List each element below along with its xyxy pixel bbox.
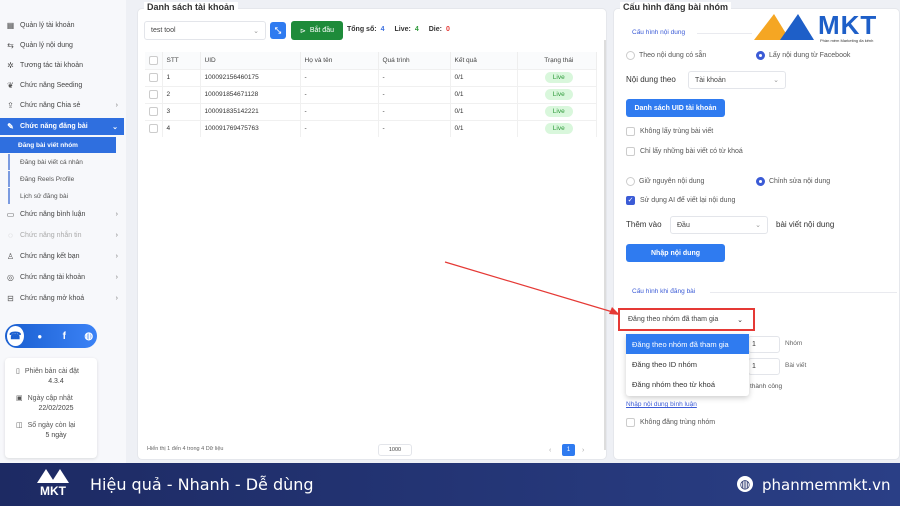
globe-icon: ◍ — [737, 476, 753, 492]
logo-mark-icon — [37, 469, 69, 483]
website[interactable]: phanmemmkt.vn — [762, 476, 891, 494]
slogan: Hiệu quả - Nhanh - Dễ dùng — [90, 475, 314, 494]
logo-mark-icon — [754, 14, 814, 40]
logo-tagline: Phần mềm Marketing đa kênh — [820, 38, 874, 43]
annotation-arrow — [444, 261, 620, 315]
mkt-logo: MKT Phần mềm Marketing đa kênh — [752, 10, 897, 46]
brand-footer: MKT Hiệu quả - Nhanh - Dễ dùng ◍ phanmem… — [0, 463, 900, 506]
footer-logo: MKT — [34, 467, 72, 503]
